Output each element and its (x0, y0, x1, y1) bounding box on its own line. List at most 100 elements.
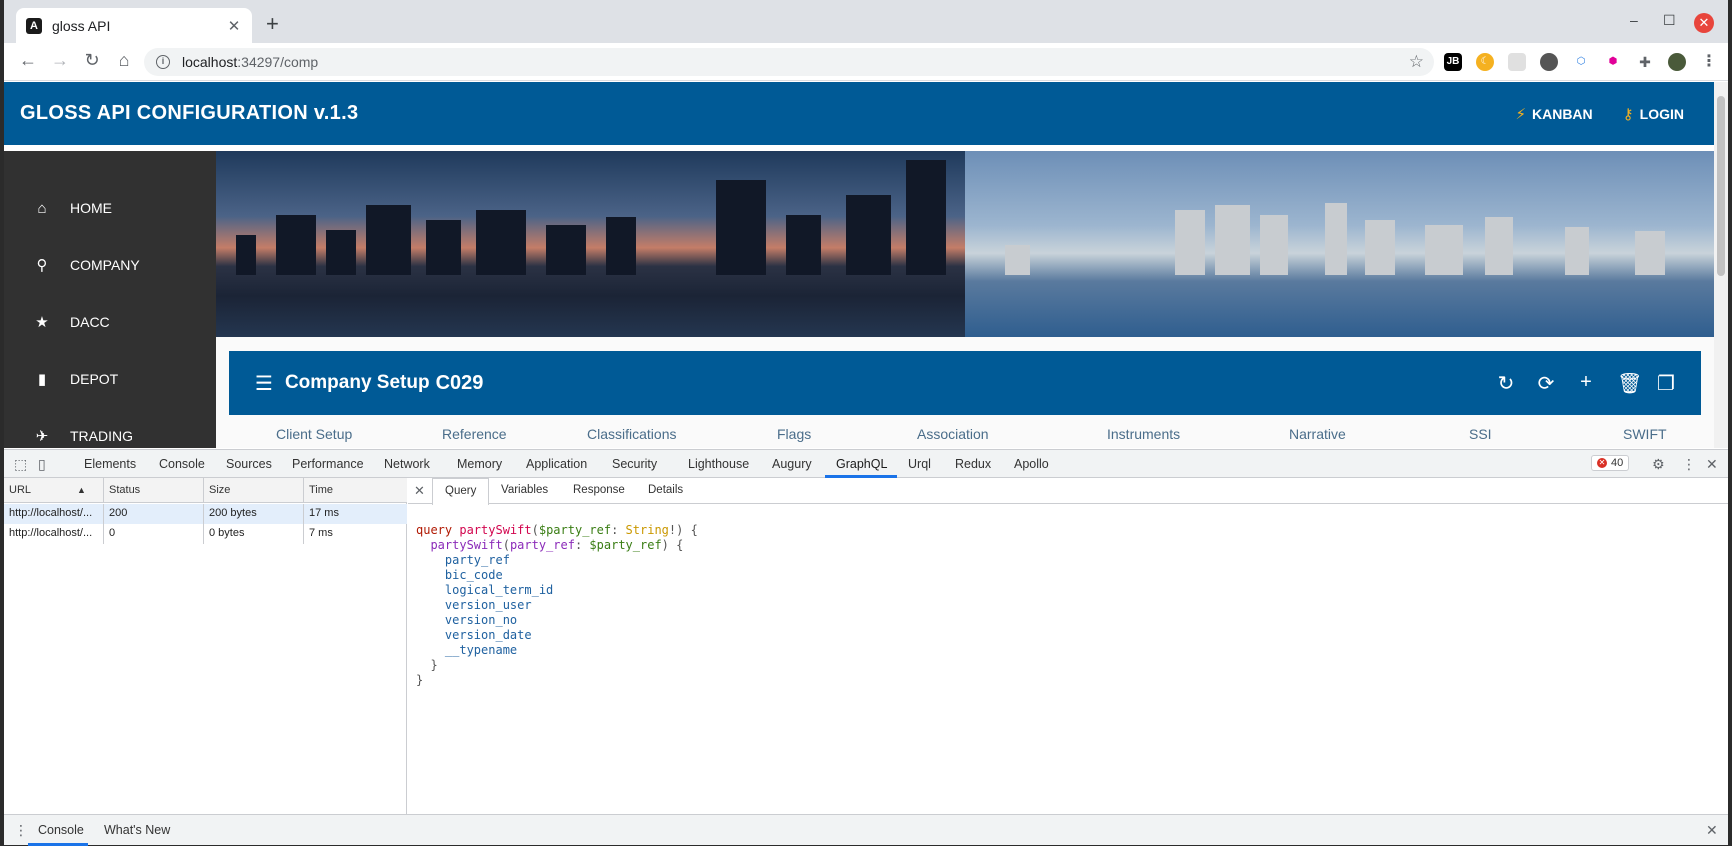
scrollbar-thumb[interactable] (1717, 96, 1725, 276)
tab-variables[interactable]: Variables (501, 484, 548, 496)
tab-title: gloss API (52, 17, 111, 34)
browser-tab[interactable]: A gloss API ✕ (16, 8, 252, 43)
devtools-tab-memory[interactable]: Memory (457, 457, 502, 471)
browser-window: A gloss API ✕ + – ☐ ✕ ← → ↻ ⌂ i localhos… (4, 0, 1728, 846)
circle-extension-icon[interactable] (1540, 53, 1558, 71)
url-host: localhost (182, 54, 238, 70)
devtools-tab-augury[interactable]: Augury (772, 457, 812, 471)
tab-response[interactable]: Response (573, 484, 625, 496)
col-time[interactable]: Time (304, 478, 407, 503)
tab-classifications[interactable]: Classifications (587, 426, 676, 442)
day-skyline-image (965, 151, 1714, 337)
tab-ssi[interactable]: SSI (1469, 426, 1492, 442)
maximize-icon[interactable]: ☐ (1663, 12, 1676, 29)
devtools-tab-apollo[interactable]: Apollo (1014, 457, 1049, 471)
devtools-tab-sources[interactable]: Sources (226, 457, 272, 471)
back-icon[interactable]: ← (16, 50, 40, 71)
devtools-tab-application[interactable]: Application (526, 457, 587, 471)
field-argument: party_ref (509, 538, 575, 552)
drawer-tab-whats-new[interactable]: What's New (104, 823, 170, 837)
error-count-badge[interactable]: ✕ 40 (1591, 455, 1630, 471)
devtools-tab-redux[interactable]: Redux (955, 457, 991, 471)
window-close-icon[interactable]: ✕ (1694, 13, 1714, 33)
tab-reference[interactable]: Reference (442, 426, 507, 442)
request-row[interactable]: http://localhost/... 0 0 bytes 7 ms (4, 524, 407, 544)
drawer-tab-console[interactable]: Console (38, 823, 84, 837)
devtools-tab-network[interactable]: Network (384, 457, 430, 471)
query-field: party_ref (444, 553, 510, 567)
tab-instruments[interactable]: Instruments (1107, 426, 1180, 442)
jetbrains-extension-icon[interactable]: JB (1444, 53, 1462, 71)
drawer-close-icon[interactable]: ✕ (1706, 822, 1718, 839)
refresh-icon[interactable]: ↻ (1497, 371, 1515, 396)
moon-extension-icon[interactable]: ☾ (1476, 53, 1494, 71)
col-url[interactable]: URL ▲ (4, 478, 104, 503)
tab-flags[interactable]: Flags (777, 426, 811, 442)
tab-association[interactable]: Association (917, 426, 989, 442)
sync-icon[interactable]: ⟳ (1537, 371, 1555, 396)
kanban-link[interactable]: ⚡ KANBAN (1515, 105, 1592, 123)
query-keyword: query (416, 523, 453, 537)
home-button-icon[interactable]: ⌂ (112, 50, 136, 71)
company-code: C029 (435, 371, 484, 394)
query-field: version_user (444, 598, 532, 612)
address-bar[interactable]: i localhost:34297/comp ☆ (144, 48, 1434, 76)
browser-menu-icon[interactable]: ⋮ (1700, 53, 1718, 71)
nav-item-company[interactable]: ⚲ COMPANY (4, 250, 216, 280)
new-tab-icon[interactable]: + (266, 13, 279, 35)
delete-icon[interactable]: 🗑 (1617, 371, 1642, 396)
nav-item-trading[interactable]: ✈ TRADING (4, 421, 216, 448)
devtools-tab-graphql[interactable]: GraphQL (836, 457, 887, 471)
graphql-extension-icon[interactable]: ⬢ (1604, 53, 1622, 71)
search-icon: ⚲ (36, 257, 48, 274)
page-scrollbar[interactable] (1714, 82, 1728, 448)
tab-narrative[interactable]: Narrative (1289, 426, 1346, 442)
devtools-tab-security[interactable]: Security (612, 457, 657, 471)
copy-icon[interactable]: ❐ (1657, 371, 1675, 396)
app-title: GLOSS API CONFIGURATION v.1.3 (20, 102, 359, 124)
browser-toolbar: ← → ↻ ⌂ i localhost:34297/comp ☆ JB ☾ ⬡ … (4, 43, 1728, 81)
settings-gear-icon[interactable]: ⚙ (1652, 456, 1665, 473)
menu-icon[interactable]: ☰ (255, 371, 273, 396)
tab-details[interactable]: Details (648, 484, 683, 496)
request-list: URL ▲ Status Size Time http://localhost/.… (4, 478, 407, 814)
company-setup-header: ☰ Company Setup C029 ↻ ⟳ + 🗑 ❐ (229, 351, 1701, 415)
request-detail-panel: ✕ Query Variables Response Details query… (408, 478, 1728, 814)
minimize-icon[interactable]: – (1630, 12, 1638, 28)
profile-avatar[interactable] (1668, 53, 1686, 71)
tab-close-icon[interactable]: ✕ (226, 17, 242, 35)
login-link[interactable]: ⚷ LOGIN (1623, 105, 1684, 123)
devtools-drawer: ⋮ Console What's New ✕ (4, 814, 1728, 846)
side-navigation: ⌂ HOME ⚲ COMPANY ★ DACC ▮ DEPOT ✈ TRADIN… (4, 151, 216, 448)
devtools-tab-elements[interactable]: Elements (84, 457, 136, 471)
reload-icon[interactable]: ↻ (80, 50, 104, 71)
tab-swift[interactable]: SWIFT (1623, 426, 1667, 442)
inspect-element-icon[interactable]: ⬚ (14, 456, 27, 473)
generic-extension-icon[interactable] (1508, 53, 1526, 71)
forward-icon[interactable]: → (48, 50, 72, 71)
devtools-tab-performance[interactable]: Performance (292, 457, 364, 471)
nav-item-home[interactable]: ⌂ HOME (4, 193, 216, 223)
query-field: version_date (444, 628, 532, 642)
nav-item-dacc[interactable]: ★ DACC (4, 307, 216, 337)
col-status[interactable]: Status (104, 478, 204, 503)
tab-client-setup[interactable]: Client Setup (276, 426, 352, 442)
react-extension-icon[interactable]: ⬡ (1572, 53, 1590, 71)
col-size[interactable]: Size (204, 478, 304, 503)
nav-item-depot[interactable]: ▮ DEPOT (4, 364, 216, 394)
site-info-icon[interactable]: i (156, 55, 170, 69)
devtools-menu-icon[interactable]: ⋮ (1682, 456, 1696, 473)
puzzle-extension-icon[interactable]: ✚ (1636, 53, 1654, 71)
add-icon[interactable]: + (1577, 371, 1595, 396)
close-detail-icon[interactable]: ✕ (414, 483, 425, 499)
devtools-tab-lighthouse[interactable]: Lighthouse (688, 457, 749, 471)
devtools-tab-urql[interactable]: Urql (908, 457, 931, 471)
devtools-tab-console[interactable]: Console (159, 457, 205, 471)
drawer-menu-icon[interactable]: ⋮ (14, 822, 28, 839)
request-row[interactable]: http://localhost/... 200 200 bytes 17 ms (4, 504, 407, 524)
device-toolbar-icon[interactable]: ▯ (38, 456, 46, 473)
bookmark-star-icon[interactable]: ☆ (1409, 52, 1424, 72)
devtools-close-icon[interactable]: ✕ (1706, 456, 1718, 473)
request-list-header: URL ▲ Status Size Time (4, 478, 407, 503)
tab-query[interactable]: Query (432, 478, 490, 505)
